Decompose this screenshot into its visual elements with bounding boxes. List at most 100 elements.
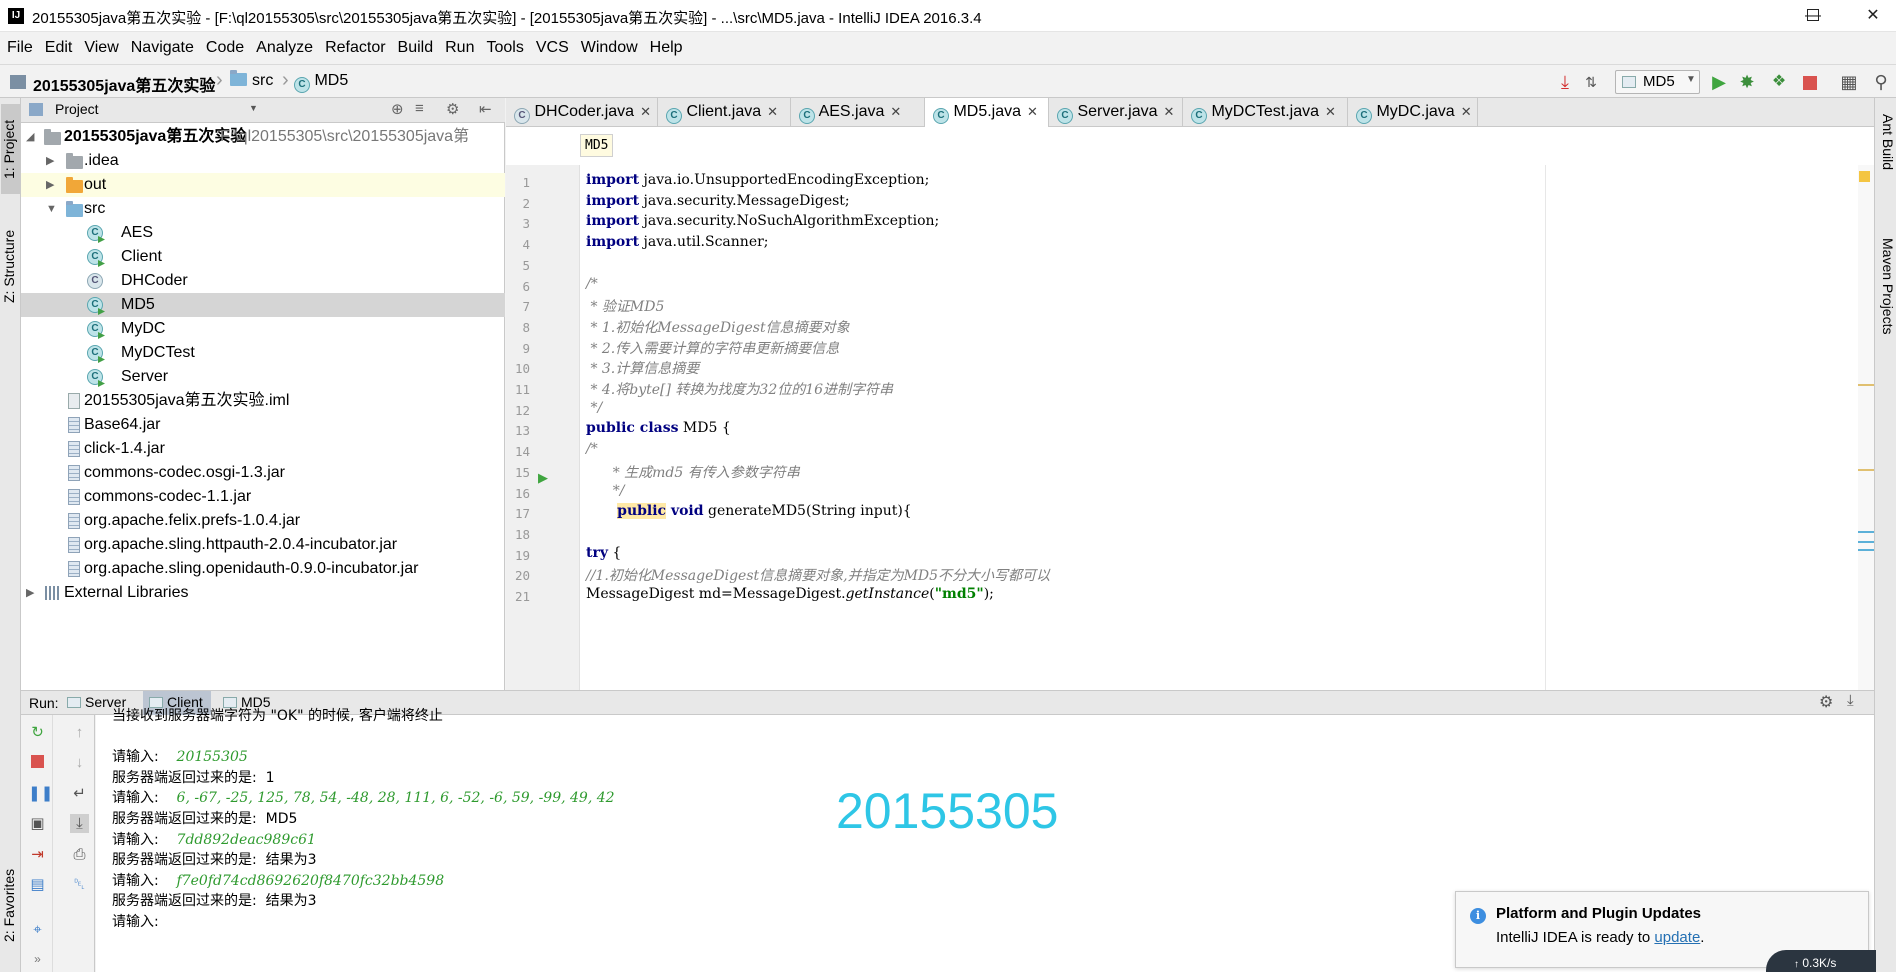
tool-tab-maven[interactable]: Maven Projects [1877, 238, 1896, 334]
tab-mydc[interactable]: C MyDC.java ✕ [1348, 98, 1478, 127]
tree-item-project-root[interactable]: ◢ 20155305java第五次实验 F:\ql20155305\src\20… [21, 125, 505, 149]
breadcrumb-md5[interactable]: C MD5 [294, 72, 348, 93]
close-icon[interactable]: ✕ [1027, 104, 1038, 119]
coverage-icon[interactable]: ❖ [1768, 71, 1790, 93]
chevron-right-icon[interactable]: ▶ [26, 581, 34, 605]
gear-icon[interactable]: ⚙ [1819, 692, 1833, 712]
tab-md5[interactable]: C MD5.java ✕ [925, 98, 1049, 128]
tree-item-mydctest[interactable]: C MyDCTest [21, 341, 505, 365]
run-config-select[interactable]: MD5 ▼ [1615, 70, 1700, 94]
chevron-down-icon[interactable]: ▼ [249, 103, 258, 113]
close-icon[interactable]: ✕ [1164, 104, 1175, 119]
tool-tab-favorites[interactable]: 2: Favorites [1, 858, 20, 953]
breadcrumb-project[interactable]: 20155305java第五次实验 [33, 72, 215, 96]
menu-help[interactable]: Help [643, 32, 688, 64]
menu-refactor[interactable]: Refactor [318, 32, 390, 64]
tab-server[interactable]: C Server.java ✕ [1049, 98, 1183, 127]
scroll-to-end-icon[interactable]: ⤓ [70, 814, 89, 833]
arrow-down-icon[interactable]: ↓ [70, 753, 89, 772]
tree-item-external-libraries[interactable]: ▶ External Libraries [21, 581, 505, 605]
pause-icon[interactable]: ❚❚ [28, 784, 53, 803]
soft-wrap-icon[interactable]: ↵ [70, 784, 89, 803]
hide-panel-icon[interactable]: ⤓ [1847, 692, 1854, 709]
debug-icon[interactable]: ✸ [1736, 71, 1758, 93]
scroll-from-source-icon[interactable]: ⊕ [391, 100, 404, 118]
tree-item-jar[interactable]: org.apache.felix.prefs-1.0.4.jar [21, 509, 505, 533]
close-icon[interactable]: ✕ [890, 104, 901, 119]
menu-run[interactable]: Run [438, 32, 479, 64]
tool-tab-project[interactable]: 1: Project [1, 104, 20, 194]
arrow-up-icon[interactable]: ↑ [70, 723, 89, 742]
tree-item-aes[interactable]: C AES [21, 221, 505, 245]
tree-item-src[interactable]: ▼ src [21, 197, 505, 221]
menu-file[interactable]: File [0, 32, 38, 64]
tree-item-client[interactable]: C Client [21, 245, 505, 269]
chevron-right-icon[interactable]: ▶ [46, 173, 54, 197]
code-editor[interactable]: MD5 ▶ 1 2 3 4 5 6 7 8 9 10 11 12 13 14 15 16 17 18 19 20 21 … [506, 127, 1874, 690]
tree-item-jar[interactable]: commons-codec.osgi-1.3.jar [21, 461, 505, 485]
hide-panel-icon[interactable]: ⇤ [479, 100, 492, 118]
run-gutter-icon[interactable]: ▶ [538, 470, 548, 486]
camera-icon[interactable]: ▣ [28, 814, 47, 833]
tree-item-jar[interactable]: Base64.jar [21, 413, 505, 437]
tab-client[interactable]: C Client.java ✕ [658, 98, 791, 127]
clear-trash-icon[interactable]: ␡ [70, 875, 89, 894]
tool-tab-structure[interactable]: Z: Structure [1, 216, 20, 316]
collapse-all-icon[interactable]: ≡ [415, 100, 424, 117]
layout-icon[interactable]: ▤ [28, 875, 47, 894]
menu-tools[interactable]: Tools [479, 32, 528, 64]
network-speed-widget: ↑ 0.3K/s [1766, 950, 1876, 972]
stop-icon[interactable] [28, 753, 47, 772]
rerun-icon[interactable]: ↻ [28, 723, 47, 742]
editor-breadcrumb[interactable]: MD5 [580, 134, 614, 157]
tab-aes[interactable]: C AES.java ✕ [791, 98, 925, 127]
exit-icon[interactable]: ⇥ [28, 845, 47, 864]
search-icon[interactable]: ⚲ [1870, 71, 1892, 93]
maximize-button[interactable] [1795, 0, 1831, 32]
tree-item-jar[interactable]: org.apache.sling.openidauth-0.9.0-incuba… [21, 557, 505, 581]
pin-icon[interactable]: ⌖ [28, 920, 47, 939]
close-window-button[interactable]: ✕ [1850, 0, 1896, 32]
menu-build[interactable]: Build [391, 32, 439, 64]
project-structure-icon[interactable]: ▦ [1838, 71, 1860, 93]
menu-navigate[interactable]: Navigate [124, 32, 199, 64]
tab-mydctest[interactable]: C MyDCTest.java ✕ [1183, 98, 1348, 127]
close-icon[interactable]: ✕ [640, 104, 651, 119]
tree-item-md5[interactable]: C MD5 [21, 293, 505, 317]
update-link[interactable]: update [1654, 929, 1700, 946]
stop-icon[interactable] [1803, 76, 1817, 90]
menu-window[interactable]: Window [574, 32, 643, 64]
module-file-icon [68, 393, 80, 409]
tree-item-mydc[interactable]: C MyDC [21, 317, 505, 341]
tree-item-dhcoder[interactable]: C DHCoder [21, 269, 505, 293]
build-download-icon[interactable]: ⤓ [1554, 71, 1576, 93]
close-icon[interactable]: ✕ [1461, 104, 1472, 119]
run-icon[interactable]: ▶ [1708, 71, 1730, 93]
breadcrumb-src[interactable]: src [230, 70, 273, 90]
chevron-down-icon[interactable]: ▼ [46, 197, 57, 221]
menu-vcs[interactable]: VCS [529, 32, 574, 64]
sort-icon[interactable]: ⇅ [1580, 71, 1602, 93]
chevron-right-icon[interactable]: ▶ [46, 149, 54, 173]
tree-item-iml[interactable]: 20155305java第五次实验.iml [21, 389, 505, 413]
project-view-label[interactable]: Project [55, 101, 99, 117]
tree-item-jar[interactable]: org.apache.sling.httpauth-2.0.4-incubato… [21, 533, 505, 557]
menu-view[interactable]: View [77, 32, 123, 64]
menu-code[interactable]: Code [199, 32, 249, 64]
tree-item-jar[interactable]: click-1.4.jar [21, 437, 505, 461]
tab-dhcoder[interactable]: C DHCoder.java ✕ [506, 98, 658, 127]
menu-analyze[interactable]: Analyze [249, 32, 318, 64]
tree-item-idea[interactable]: ▶ .idea [21, 149, 505, 173]
close-icon[interactable]: ✕ [767, 104, 778, 119]
tree-item-jar[interactable]: commons-codec-1.1.jar [21, 485, 505, 509]
tool-tab-ant-build[interactable]: Ant Build [1877, 114, 1896, 170]
close-icon[interactable]: ✕ [1325, 104, 1336, 119]
chevron-down-icon[interactable]: ◢ [26, 125, 34, 149]
menu-edit[interactable]: Edit [38, 32, 78, 64]
tree-item-out[interactable]: ▶ out [21, 173, 505, 197]
gear-icon[interactable]: ⚙ [446, 100, 459, 118]
print-icon[interactable]: ⎙ [70, 845, 89, 864]
tree-item-server[interactable]: C Server [21, 365, 505, 389]
chevron-down-icon: ▼ [1686, 74, 1696, 85]
more-icon[interactable]: » [28, 950, 47, 969]
